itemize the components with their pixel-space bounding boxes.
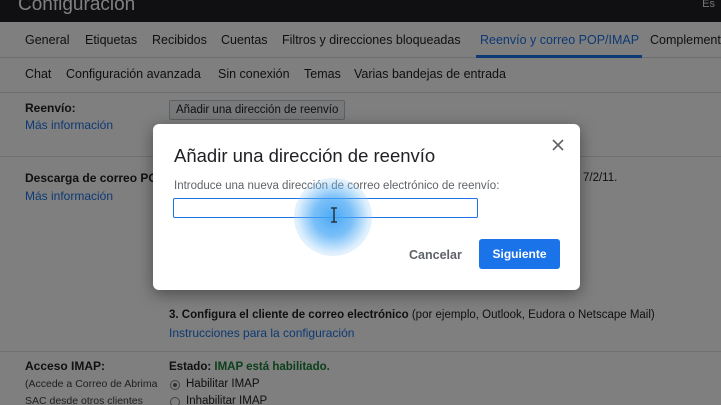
forwarding-email-input[interactable] bbox=[173, 198, 478, 218]
dialog-title: Añadir una dirección de reenvío bbox=[174, 145, 436, 166]
dialog-prompt: Introduce una nueva dirección de correo … bbox=[174, 180, 500, 192]
next-button[interactable]: Siguiente bbox=[479, 239, 560, 269]
add-forwarding-address-dialog: Añadir una dirección de reenvío Introduc… bbox=[153, 124, 580, 290]
cancel-button[interactable]: Cancelar bbox=[399, 240, 472, 270]
close-icon[interactable] bbox=[549, 136, 567, 154]
